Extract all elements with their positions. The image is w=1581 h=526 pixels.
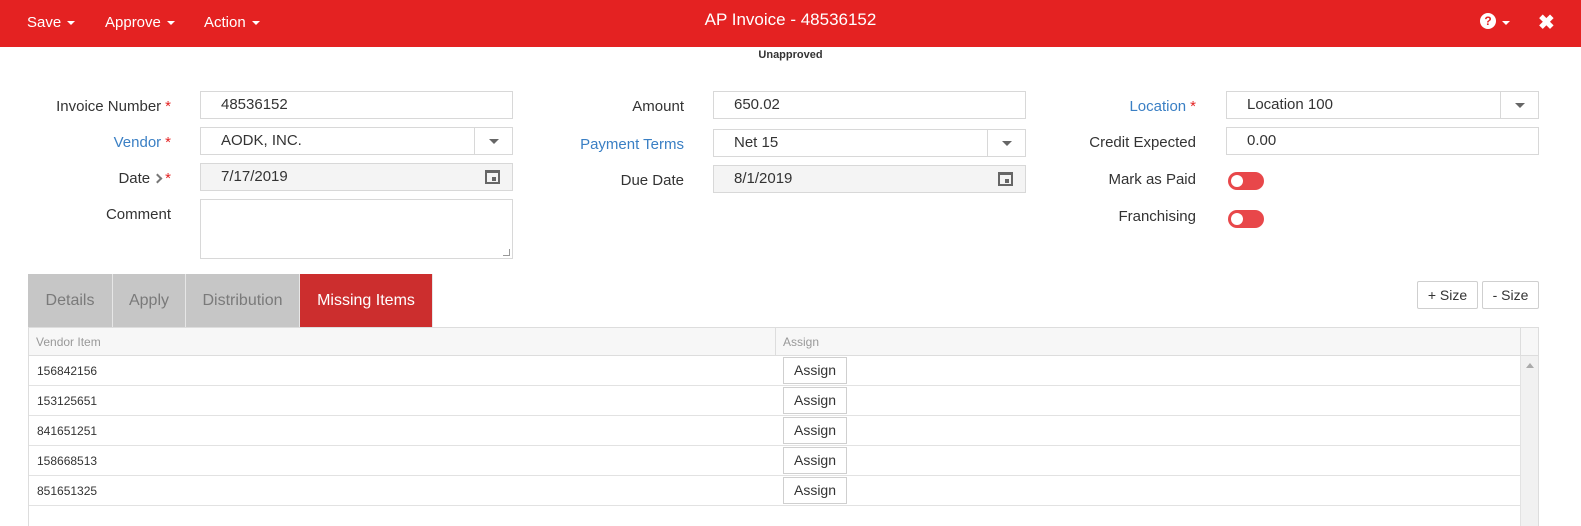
payment-terms-value: Net 15 xyxy=(734,134,779,151)
tab-apply[interactable]: Apply xyxy=(113,274,186,327)
table-row: 158668513 Assign xyxy=(29,446,1520,476)
chevron-down-icon[interactable] xyxy=(1500,92,1538,118)
column-divider xyxy=(1520,328,1521,356)
due-date-value: 8/1/2019 xyxy=(734,170,793,187)
invoice-number-label-text: Invoice Number xyxy=(56,98,162,115)
top-bar: Save Approve Action AP Invoice - 4853615… xyxy=(0,0,1581,47)
invoice-number-field[interactable]: 48536152 xyxy=(200,91,513,119)
vendor-select[interactable]: AODK, INC. xyxy=(200,127,513,155)
credit-expected-label: Credit Expected xyxy=(1089,134,1196,151)
required-marker: * xyxy=(165,98,171,115)
date-value: 7/17/2019 xyxy=(221,168,288,185)
date-label-text: Date xyxy=(118,170,151,187)
scroll-up-icon[interactable] xyxy=(1526,363,1534,368)
invoice-number-label: Invoice Number * xyxy=(30,98,171,115)
vendor-label[interactable]: Vendor * xyxy=(30,134,171,151)
due-date-label: Due Date xyxy=(620,172,684,189)
vendor-item-cell: 158668513 xyxy=(37,454,98,468)
resize-grip-icon[interactable] xyxy=(503,249,510,256)
tab-missing-items[interactable]: Missing Items xyxy=(300,274,433,327)
franchising-label: Franchising xyxy=(1118,208,1196,225)
chevron-down-icon[interactable] xyxy=(987,130,1025,156)
table-row: 841651251 Assign xyxy=(29,416,1520,446)
page-title: AP Invoice - 48536152 xyxy=(704,10,877,29)
tab-details[interactable]: Details xyxy=(28,274,113,327)
comment-textarea[interactable] xyxy=(200,199,513,259)
toggle-knob xyxy=(1231,213,1243,225)
amount-label: Amount xyxy=(632,98,684,115)
credit-expected-value: 0.00 xyxy=(1247,132,1277,149)
date-field[interactable]: 7/17/2019 xyxy=(200,163,513,191)
help-caret-icon[interactable] xyxy=(1502,21,1510,25)
vendor-label-text[interactable]: Vendor xyxy=(114,134,162,151)
decrease-size-button[interactable]: - Size xyxy=(1482,281,1539,309)
toggle-knob xyxy=(1231,175,1243,187)
status-badge: Unapproved xyxy=(758,49,823,61)
franchising-toggle[interactable] xyxy=(1228,210,1264,228)
table-row: 851651325 Assign xyxy=(29,476,1520,506)
assign-button[interactable]: Assign xyxy=(783,417,847,444)
table-row: 156842156 Assign xyxy=(29,356,1520,386)
vendor-item-cell: 153125651 xyxy=(37,394,98,408)
location-label-text[interactable]: Location xyxy=(1129,98,1186,115)
amount-value: 650.02 xyxy=(734,96,780,113)
comment-label: Comment xyxy=(105,206,171,223)
payment-terms-label[interactable]: Payment Terms xyxy=(540,136,684,153)
mark-as-paid-toggle[interactable] xyxy=(1228,172,1264,190)
table-row: 153125651 Assign xyxy=(29,386,1520,416)
vendor-value: AODK, INC. xyxy=(221,132,302,149)
date-label: Date * xyxy=(30,170,171,187)
calendar-icon[interactable] xyxy=(485,170,500,184)
vendor-item-cell: 851651325 xyxy=(37,484,98,498)
invoice-number-value: 48536152 xyxy=(221,96,288,113)
column-divider xyxy=(775,328,776,356)
close-icon[interactable]: ✖ xyxy=(1538,10,1555,35)
vendor-item-cell: 156842156 xyxy=(37,364,98,378)
assign-button[interactable]: Assign xyxy=(783,477,847,504)
assign-button[interactable]: Assign xyxy=(783,387,847,414)
vertical-scrollbar[interactable] xyxy=(1520,356,1538,526)
chevron-down-icon[interactable] xyxy=(474,128,512,154)
increase-size-button[interactable]: + Size xyxy=(1417,281,1478,309)
vendor-item-cell: 841651251 xyxy=(37,424,98,438)
chevron-right-icon[interactable] xyxy=(152,173,163,183)
assign-button[interactable]: Assign xyxy=(783,447,847,474)
location-value: Location 100 xyxy=(1247,96,1333,113)
mark-as-paid-label: Mark as Paid xyxy=(1108,171,1196,188)
tab-distribution[interactable]: Distribution xyxy=(186,274,300,327)
assign-button[interactable]: Assign xyxy=(783,357,847,384)
required-marker: * xyxy=(165,170,171,187)
location-select[interactable]: Location 100 xyxy=(1226,91,1539,119)
credit-expected-field[interactable]: 0.00 xyxy=(1226,127,1539,155)
required-marker: * xyxy=(165,134,171,151)
location-label[interactable]: Location * xyxy=(1050,98,1196,115)
required-marker: * xyxy=(1190,98,1196,115)
help-icon[interactable]: ? xyxy=(1480,13,1496,29)
missing-items-grid: Vendor Item Assign 156842156 Assign 1531… xyxy=(28,327,1539,526)
payment-terms-select[interactable]: Net 15 xyxy=(713,129,1026,157)
column-header-assign[interactable]: Assign xyxy=(783,335,819,349)
due-date-field[interactable]: 8/1/2019 xyxy=(713,165,1026,193)
grid-header: Vendor Item Assign xyxy=(29,328,1538,356)
calendar-icon[interactable] xyxy=(998,172,1013,186)
amount-field[interactable]: 650.02 xyxy=(713,91,1026,119)
column-header-vendor-item[interactable]: Vendor Item xyxy=(36,335,101,349)
